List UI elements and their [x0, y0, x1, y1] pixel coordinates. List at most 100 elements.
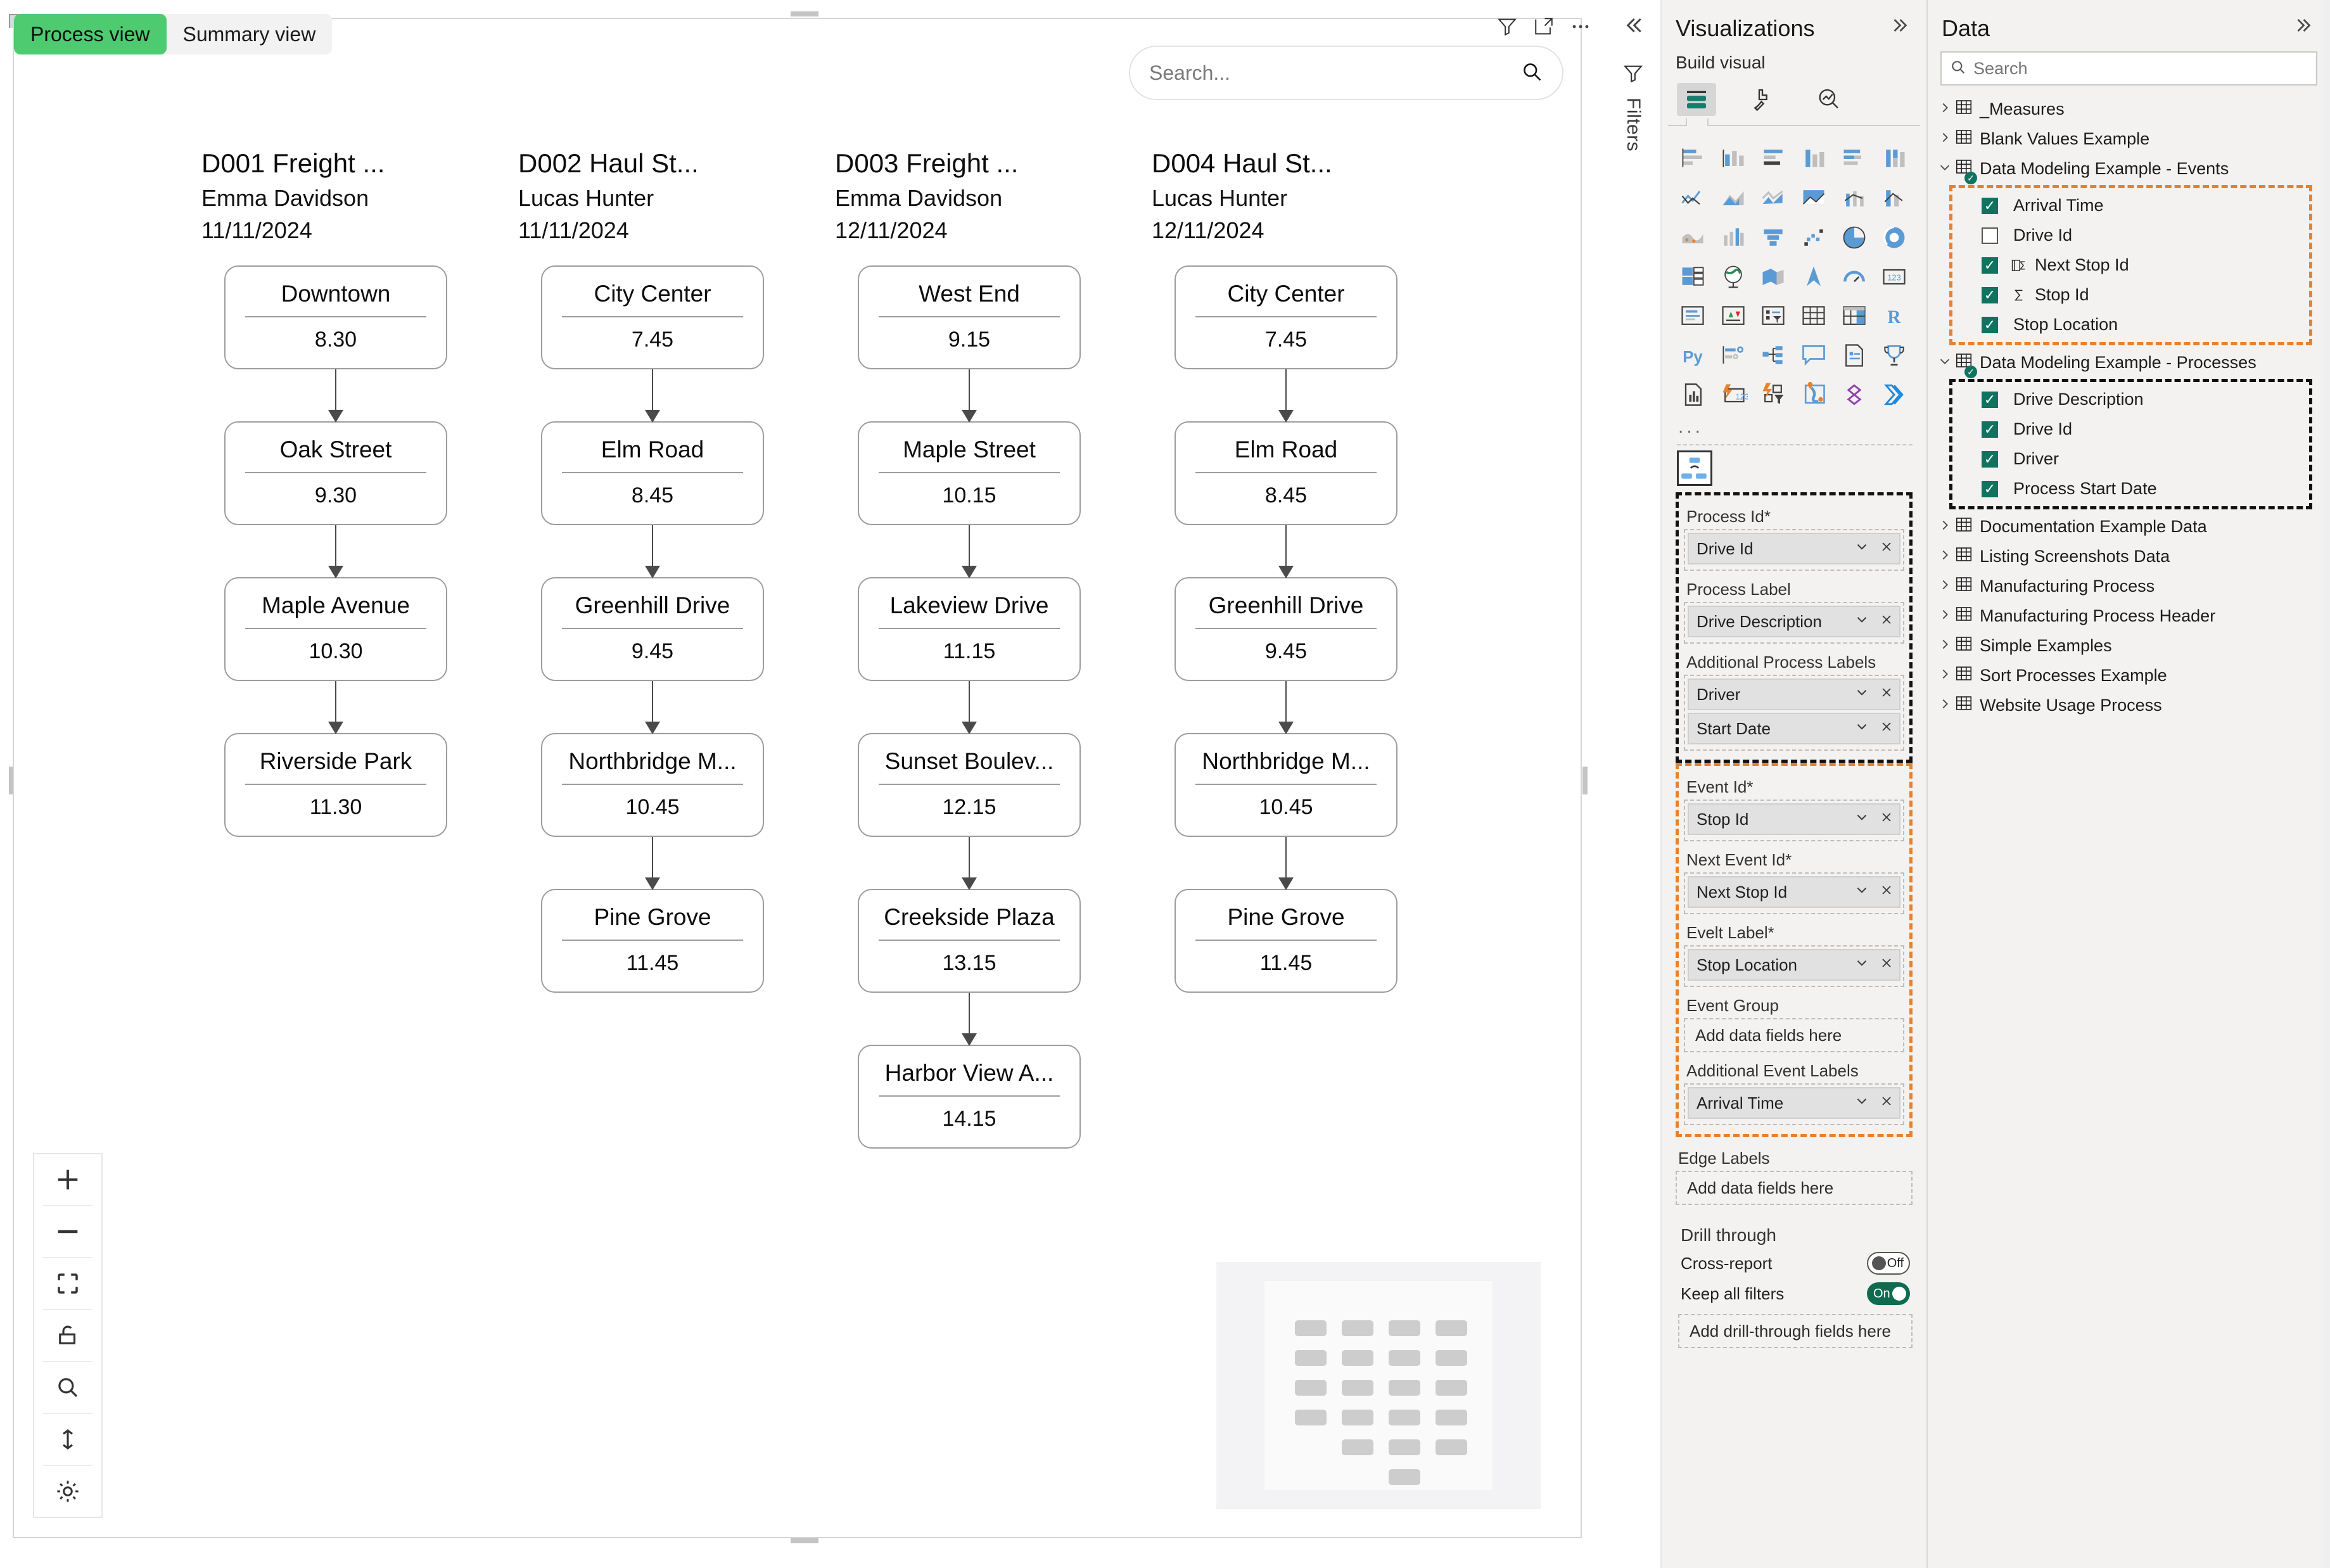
data-field-row[interactable]: Driver: [1952, 444, 2309, 474]
remove-field-icon[interactable]: [1879, 883, 1894, 902]
line-and-stacked-column-icon[interactable]: [1797, 182, 1831, 215]
stacked-area-chart-icon[interactable]: [1756, 182, 1790, 215]
well-drop-slot[interactable]: Next Stop Id: [1684, 872, 1904, 914]
well-drop-slot[interactable]: Stop Id: [1684, 800, 1904, 841]
cross-report-toggle[interactable]: Off: [1867, 1252, 1910, 1275]
chevron-down-icon[interactable]: [1935, 160, 1954, 178]
stacked-column-chart-icon[interactable]: [1716, 143, 1750, 175]
field-checkbox[interactable]: [1982, 197, 1998, 214]
chevron-right-icon[interactable]: [1935, 697, 1954, 715]
funnel-chart-icon[interactable]: [1756, 221, 1790, 254]
lock-icon[interactable]: [33, 1310, 103, 1361]
keep-all-filters-toggle[interactable]: On: [1867, 1282, 1910, 1305]
event-node[interactable]: Maple Avenue 10.30: [224, 577, 447, 681]
line-and-clustered-column-icon[interactable]: [1837, 182, 1871, 215]
field-chip[interactable]: Arrival Time: [1688, 1087, 1900, 1119]
data-field-row[interactable]: Drive Id: [1952, 220, 2309, 250]
multi-row-card-icon[interactable]: [1676, 300, 1710, 333]
event-node[interactable]: Sunset Boulev... 12.15: [858, 732, 1081, 837]
chevron-down-icon[interactable]: [1854, 539, 1870, 559]
well-drop-slot[interactable]: Arrival Time: [1684, 1083, 1904, 1125]
data-field-row[interactable]: Process Start Date: [1952, 474, 2309, 504]
ribbon-chart-icon[interactable]: [1877, 182, 1911, 215]
event-node[interactable]: Creekside Plaza 13.15: [858, 888, 1081, 993]
data-table-row[interactable]: ✓ Data Modeling Example - Events: [1935, 154, 2330, 184]
filters-pane-label[interactable]: Filters: [1622, 98, 1644, 151]
data-table-row[interactable]: Website Usage Process: [1935, 691, 2330, 720]
process-flow-visual-icon[interactable]: [1677, 450, 1712, 486]
data-table-row[interactable]: Simple Examples: [1935, 631, 2330, 661]
chevron-down-icon[interactable]: [1854, 882, 1870, 903]
remove-field-icon[interactable]: [1879, 1093, 1894, 1113]
chevron-right-icon[interactable]: [1935, 131, 1954, 148]
smart-narrative-icon[interactable]: [1837, 339, 1871, 372]
field-checkbox[interactable]: [1982, 480, 1998, 497]
more-options-icon[interactable]: [1568, 14, 1593, 39]
field-checkbox[interactable]: [1982, 450, 1998, 468]
remove-field-icon[interactable]: [1879, 539, 1894, 559]
powerbi-stream-icon[interactable]: [1877, 378, 1911, 411]
tab-summary-view[interactable]: Summary view: [167, 14, 333, 54]
event-node[interactable]: Maple Street 10.15: [858, 421, 1081, 525]
chevron-right-icon[interactable]: [1935, 578, 1954, 596]
key-influencers-icon[interactable]: [1716, 339, 1750, 372]
data-search-box[interactable]: [1940, 51, 2317, 86]
remove-field-icon[interactable]: [1879, 685, 1894, 704]
event-node[interactable]: Pine Grove 11.45: [1175, 888, 1397, 993]
zoom-out-icon[interactable]: [33, 1206, 103, 1257]
well-drop-slot[interactable]: Driver Start Date: [1684, 675, 1904, 751]
data-table-row[interactable]: Sort Processes Example: [1935, 661, 2330, 691]
azure-map-icon[interactable]: [1797, 260, 1831, 293]
event-node[interactable]: Northbridge M... 10.45: [1175, 732, 1397, 837]
hundred-stacked-bar-chart-icon[interactable]: [1837, 143, 1871, 175]
decomposition-tree-icon[interactable]: [1756, 339, 1790, 372]
well-drop-slot[interactable]: Stop Location: [1684, 945, 1904, 987]
well-empty-slot[interactable]: Add data fields here: [1676, 1171, 1913, 1205]
hundred-stacked-column-chart-icon[interactable]: [1877, 143, 1911, 175]
fit-to-screen-icon[interactable]: [33, 1258, 103, 1309]
chevron-double-right-icon[interactable]: [1890, 14, 1913, 42]
gallery-more-icon[interactable]: ...: [1662, 411, 1926, 442]
data-table-row[interactable]: Manufacturing Process: [1935, 571, 2330, 601]
process-title[interactable]: D003 Freight ...: [835, 146, 1128, 182]
chevron-right-icon[interactable]: [1935, 548, 1954, 566]
data-field-row[interactable]: Arrival Time: [1952, 191, 2309, 220]
chevron-down-icon[interactable]: [1935, 354, 1954, 372]
slicer-icon[interactable]: [1756, 300, 1790, 333]
field-checkbox[interactable]: [1982, 316, 1998, 333]
well-empty-slot[interactable]: Add data fields here: [1684, 1018, 1904, 1052]
event-node[interactable]: Greenhill Drive 9.45: [1175, 577, 1397, 681]
line-chart-icon[interactable]: [1676, 182, 1710, 215]
chevron-down-icon[interactable]: [1854, 955, 1870, 976]
remove-field-icon[interactable]: [1879, 955, 1894, 975]
power-automate-icon[interactable]: [1756, 378, 1790, 411]
chevron-right-icon[interactable]: [1935, 608, 1954, 625]
field-chip[interactable]: Drive Id: [1688, 533, 1900, 564]
paginated-report-icon[interactable]: [1676, 378, 1710, 411]
event-node[interactable]: City Center 7.45: [1175, 265, 1397, 369]
format-tab[interactable]: [1743, 83, 1782, 116]
visual-search-box[interactable]: [1129, 46, 1563, 100]
data-table-row[interactable]: Listing Screenshots Data: [1935, 542, 2330, 571]
pie-chart-icon[interactable]: [1837, 221, 1871, 254]
data-table-row[interactable]: Documentation Example Data: [1935, 512, 2330, 542]
qna-icon[interactable]: [1797, 339, 1831, 372]
field-checkbox[interactable]: [1982, 421, 1998, 438]
arcgis-map-icon[interactable]: [1797, 378, 1831, 411]
remove-field-icon[interactable]: [1879, 612, 1894, 632]
clustered-bar-chart-icon[interactable]: [1756, 143, 1790, 175]
data-table-row[interactable]: _Measures: [1935, 94, 2330, 124]
search-icon[interactable]: [33, 1362, 103, 1413]
field-checkbox[interactable]: [1982, 227, 1998, 244]
data-pane-scrollbar[interactable]: [2324, 0, 2330, 1568]
chevron-right-icon[interactable]: [1935, 518, 1954, 536]
chevron-double-left-icon[interactable]: [1620, 13, 1646, 41]
event-node[interactable]: Northbridge M... 10.45: [541, 732, 764, 837]
field-chip[interactable]: Start Date: [1688, 713, 1900, 744]
data-field-row[interactable]: Next Stop Id: [1952, 250, 2309, 280]
event-node[interactable]: Elm Road 8.45: [541, 421, 764, 525]
remove-field-icon[interactable]: [1879, 810, 1894, 829]
well-drop-slot[interactable]: Drive Id: [1684, 529, 1904, 571]
filled-map-icon[interactable]: [1756, 260, 1790, 293]
field-chip[interactable]: Next Stop Id: [1688, 876, 1900, 908]
